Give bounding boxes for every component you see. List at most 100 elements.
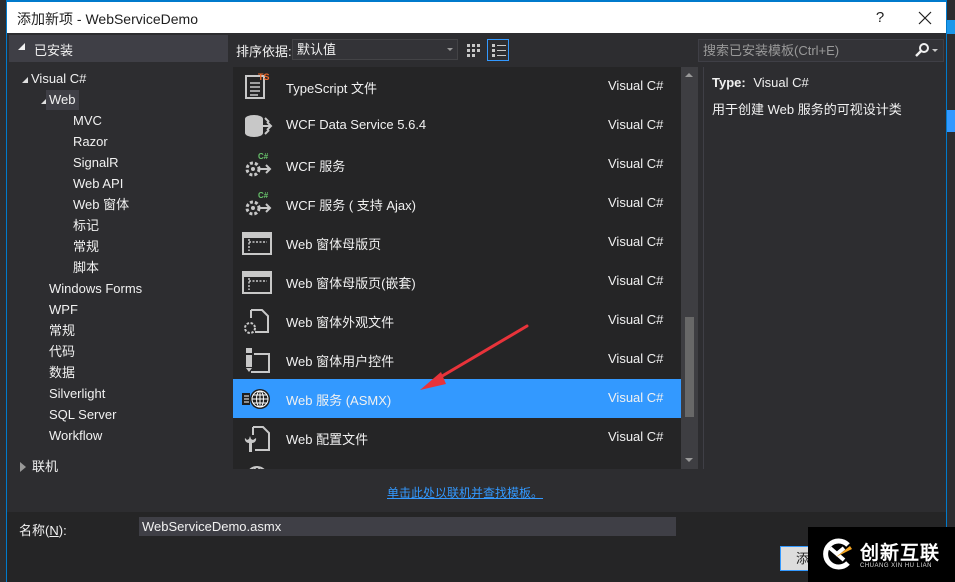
template-name: Web 窗体用户控件 bbox=[286, 354, 395, 369]
typescript-file-icon: TS bbox=[241, 71, 273, 103]
close-button[interactable] bbox=[908, 5, 942, 31]
template-item[interactable]: Web 服务 (ASMX) Visual C# bbox=[233, 379, 681, 418]
tree-item[interactable]: Workflow bbox=[49, 426, 102, 446]
tree-item[interactable]: Visual C# bbox=[31, 69, 86, 89]
name-input[interactable] bbox=[139, 517, 676, 536]
window-title: 添加新项 - WebServiceDemo bbox=[17, 11, 199, 27]
tree-item[interactable]: Razor bbox=[73, 132, 108, 152]
tree-item[interactable]: Web API bbox=[73, 174, 123, 194]
tree-item[interactable]: 标记 bbox=[73, 216, 99, 236]
tree-item[interactable]: 代码 bbox=[49, 342, 75, 362]
skin-file-icon bbox=[241, 305, 273, 337]
tree-item[interactable]: 常规 bbox=[73, 237, 99, 257]
template-language: Visual C# bbox=[608, 312, 664, 327]
tree-item[interactable]: 常规 bbox=[49, 321, 75, 341]
search-input[interactable] bbox=[699, 40, 909, 61]
watermark-text-en: CHUANG XIN HU LIAN bbox=[860, 563, 933, 569]
type-value: Visual C# bbox=[753, 75, 809, 90]
name-label: 名称(N): bbox=[19, 523, 67, 538]
template-type: Type: Visual C# bbox=[712, 75, 809, 90]
scroll-up-arrow-icon[interactable] bbox=[685, 73, 693, 77]
installed-header[interactable]: 已安装 bbox=[9, 35, 228, 62]
bottom-panel: 名称(N): 添 bbox=[7, 512, 946, 582]
tree-item[interactable]: Web bbox=[46, 90, 79, 110]
tree-item[interactable]: Web 窗体 bbox=[73, 195, 129, 215]
chevron-down-icon bbox=[447, 48, 453, 51]
template-language: Visual C# bbox=[608, 156, 664, 171]
nested-master-page-icon bbox=[241, 266, 273, 298]
template-item[interactable]: WCF Data Service 5.6.4 Visual C# bbox=[233, 106, 681, 145]
grid-view-button[interactable] bbox=[462, 39, 484, 61]
collapsed-triangle-icon[interactable] bbox=[20, 462, 26, 472]
web-service-globe-icon bbox=[241, 383, 273, 415]
template-language: Visual C# bbox=[608, 351, 664, 366]
tree-item[interactable]: Silverlight bbox=[49, 384, 105, 404]
sort-by-dropdown[interactable]: 默认值 bbox=[292, 39, 458, 60]
expanded-triangle-icon bbox=[18, 43, 25, 50]
expanded-triangle-icon[interactable] bbox=[22, 77, 28, 83]
sort-by-label: 排序依据: bbox=[236, 44, 292, 59]
template-name: Web 配置文件 bbox=[286, 432, 369, 447]
globe-icon bbox=[241, 461, 273, 469]
svg-text:TS: TS bbox=[258, 72, 270, 82]
tree-item[interactable]: Windows Forms bbox=[49, 279, 142, 299]
template-details-pane: Type: Visual C# 用于创建 Web 服务的可视设计类 bbox=[703, 67, 946, 469]
template-language: Visual C# bbox=[608, 390, 664, 405]
list-view-button[interactable] bbox=[487, 39, 509, 61]
tree-item-online[interactable]: 联机 bbox=[32, 457, 58, 477]
sort-by-value: 默认值 bbox=[297, 42, 337, 57]
add-new-item-dialog: 添加新项 - WebServiceDemo ? 已安装 Visual C# Web… bbox=[6, 0, 947, 582]
template-item[interactable]: Web 窗体用户控件 Visual C# bbox=[233, 340, 681, 379]
wcf-ajax-service-icon: C# bbox=[241, 188, 273, 220]
template-item[interactable]: Web 窗体母版页 Visual C# bbox=[233, 223, 681, 262]
title-bar: 添加新项 - WebServiceDemo ? bbox=[7, 2, 946, 33]
tree-item[interactable]: SQL Server bbox=[49, 405, 116, 425]
template-list-scrollbar[interactable] bbox=[681, 67, 698, 469]
data-service-icon bbox=[241, 110, 273, 142]
help-button[interactable]: ? bbox=[863, 5, 897, 31]
search-options-dropdown-icon[interactable] bbox=[932, 49, 938, 52]
background-app-accent bbox=[946, 20, 955, 34]
installed-label: 已安装 bbox=[34, 43, 74, 58]
tree-item[interactable]: MVC bbox=[73, 111, 102, 131]
template-language: Visual C# bbox=[608, 195, 664, 210]
scrollbar-thumb[interactable] bbox=[685, 317, 694, 417]
watermark-logo-icon bbox=[823, 538, 852, 570]
master-page-icon bbox=[241, 227, 273, 259]
template-language: Visual C# bbox=[608, 234, 664, 249]
template-item[interactable]: Web 窗体外观文件 Visual C# bbox=[233, 301, 681, 340]
template-list: TS TypeScript 文件 Visual C# WCF Data Service… bbox=[233, 67, 681, 469]
background-app-selection bbox=[946, 110, 955, 132]
scroll-down-arrow-icon[interactable] bbox=[685, 458, 693, 462]
template-item[interactable]: TS TypeScript 文件 Visual C# bbox=[233, 67, 681, 106]
template-language: Visual C# bbox=[608, 273, 664, 288]
template-item[interactable]: C# WCF 服务 ( 支持 Ajax) Visual C# bbox=[233, 184, 681, 223]
template-name: Web 窗体母版页(嵌套) bbox=[286, 276, 416, 291]
search-icon[interactable] bbox=[914, 42, 930, 58]
template-name: WCF Data Service 5.6.4 bbox=[286, 117, 427, 132]
watermark-logo: 创新互联 CHUANG XIN HU LIAN bbox=[808, 527, 955, 582]
template-item[interactable]: Web 配置文件 Visual C# bbox=[233, 418, 681, 457]
template-name: Web 窗体外观文件 bbox=[286, 315, 395, 330]
template-language: Visual C# bbox=[608, 78, 664, 93]
close-icon bbox=[918, 11, 932, 25]
tree-item[interactable]: WPF bbox=[49, 300, 78, 320]
search-box bbox=[698, 39, 944, 62]
web-config-icon bbox=[241, 422, 273, 454]
watermark-text-cn: 创新互联 bbox=[860, 543, 941, 564]
tree-item[interactable]: SignalR bbox=[73, 153, 119, 173]
tree-item[interactable]: 脚本 bbox=[73, 258, 99, 278]
template-language: Visual C# bbox=[608, 117, 664, 132]
tree-item[interactable]: 数据 bbox=[49, 363, 75, 383]
background-app-strip bbox=[946, 0, 955, 582]
svg-text:C#: C# bbox=[258, 191, 269, 200]
template-name: Web 窗体母版页 bbox=[286, 237, 382, 252]
template-name: Web 服务 (ASMX) bbox=[286, 393, 392, 408]
template-item-partial[interactable] bbox=[233, 457, 681, 469]
user-control-icon bbox=[241, 344, 273, 376]
template-description: 用于创建 Web 服务的可视设计类 bbox=[712, 102, 902, 117]
find-templates-online-link[interactable]: 单击此处以联机并查找模板。 bbox=[387, 484, 543, 501]
template-item[interactable]: Web 窗体母版页(嵌套) Visual C# bbox=[233, 262, 681, 301]
template-name: TypeScript 文件 bbox=[286, 81, 378, 96]
template-item[interactable]: C# WCF 服务 Visual C# bbox=[233, 145, 681, 184]
